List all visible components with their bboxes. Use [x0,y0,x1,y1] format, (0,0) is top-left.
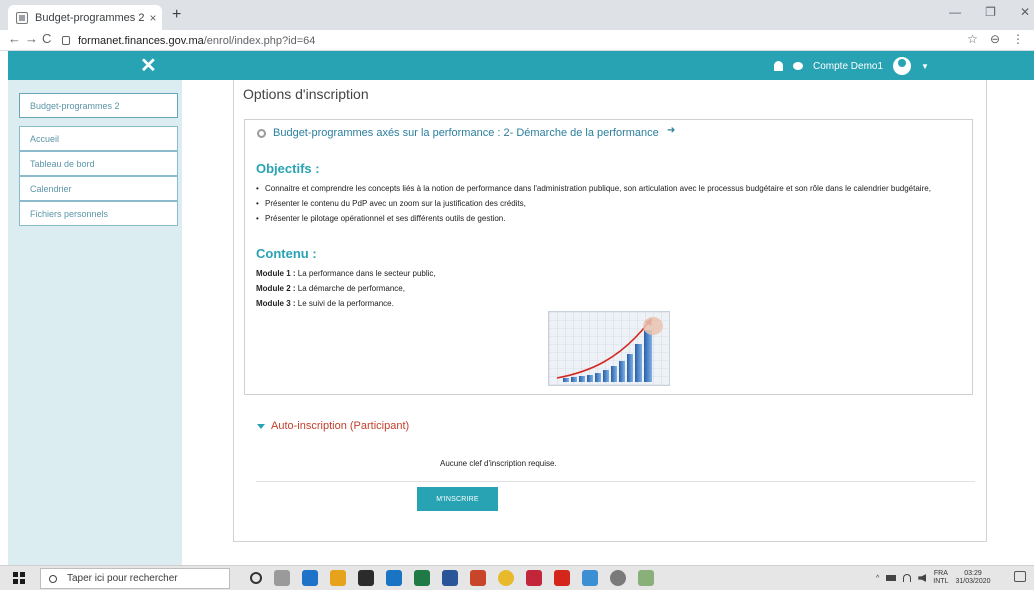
notification-bell-icon[interactable] [774,61,783,71]
account-icon[interactable]: ⊖ [990,32,1000,46]
drawer-item-calendrier[interactable]: Calendrier [19,176,178,201]
wifi-icon[interactable] [903,574,912,582]
browser-tab[interactable]: Budget-programmes 2 × [8,5,162,30]
drawer-item-tableau-de-bord[interactable]: Tableau de bord [19,151,178,176]
content-heading: Contenu : [256,246,317,261]
module-label: Module 2 : [256,284,296,293]
no-key-notice: Aucune clef d'inscription requise. [440,459,557,468]
module-text: Le suivi de la performance. [297,299,394,308]
new-tab-button[interactable]: + [172,6,181,24]
window-controls: — ❐ ✕ [949,5,1030,19]
module-row: Module 2 : La démarche de performance, [256,281,436,296]
lock-icon [62,36,70,45]
user-area: Compte Demo1 ▼ [774,57,929,75]
module-label: Module 3 : [256,299,296,308]
store-icon[interactable] [358,570,374,586]
list-item: Présenter le pilotage opérationnel et se… [256,213,966,224]
battery-icon[interactable] [886,575,897,581]
divider [256,481,975,482]
app-shield-icon[interactable] [526,570,542,586]
minimize-icon[interactable]: — [949,5,961,19]
growth-chart-illustration [549,312,669,385]
task-view-icon[interactable] [274,570,290,586]
restore-icon[interactable]: ❐ [985,5,996,19]
excel-icon[interactable] [414,570,430,586]
module-row: Module 1 : La performance dans le secteu… [256,266,436,281]
course-icon [257,128,266,138]
star-icon[interactable]: ☆ [967,32,978,46]
lang-top: FRA [933,570,948,577]
course-name: Budget-programmes axés sur la performanc… [273,127,659,139]
objectives-list: Connaitre et comprendre les concepts lié… [256,183,966,228]
course-link[interactable]: Budget-programmes axés sur la performanc… [257,127,659,139]
screen: Budget-programmes 2 × + — ❐ ✕ ← → C form… [0,0,1034,590]
page-title: Options d'inscription [243,86,369,102]
mail-icon[interactable] [386,570,402,586]
language-indicator[interactable]: FRA INTL [933,570,948,586]
paint-icon[interactable] [638,570,654,586]
tab-close-icon[interactable]: × [144,11,162,25]
edge-icon[interactable] [302,570,318,586]
chevron-down-icon[interactable]: ▼ [921,62,929,71]
browser-actions: ☆ ⊖ ⋮ [967,32,1024,46]
file-explorer-icon[interactable] [330,570,346,586]
growth-chart-image [548,311,670,386]
close-window-icon[interactable]: ✕ [1020,5,1030,19]
back-icon[interactable]: ← [8,31,21,46]
powerpoint-icon[interactable] [470,570,486,586]
taskbar-search-placeholder: Taper ici pour rechercher [67,573,178,584]
windows-start-icon[interactable] [13,572,25,584]
list-item: Connaitre et comprendre les concepts lié… [256,183,966,194]
module-row: Module 3 : Le suivi de la performance. [256,296,436,311]
modules-list: Module 1 : La performance dans le secteu… [256,266,436,311]
word-icon[interactable] [442,570,458,586]
address-bar: ← → C formanet.finances.gov.ma/enrol/ind… [0,30,1034,51]
drawer-item-accueil[interactable]: Accueil [19,126,178,151]
nav-drawer: Budget-programmes 2 Accueil Tableau de b… [8,80,182,565]
site-header: ✕ Compte Demo1 ▼ [8,51,1034,80]
volume-icon[interactable] [918,574,927,582]
clock[interactable]: 03:29 31/03/2020 [955,570,990,586]
photos-icon[interactable] [582,570,598,586]
url-path: /enrol/index.php?id=64 [203,34,316,47]
search-icon [49,574,57,583]
module-text: La démarche de performance, [297,284,405,293]
objectives-heading: Objectifs : [256,161,320,176]
self-enrolment-toggle[interactable]: Auto-inscription (Participant) [257,420,409,432]
message-icon[interactable] [793,62,803,70]
reload-icon[interactable]: C [42,31,51,46]
action-center-icon[interactable] [1014,571,1026,582]
module-text: La performance dans le secteur public, [297,269,436,278]
drawer-item-course[interactable]: Budget-programmes 2 [19,93,178,118]
user-name[interactable]: Compte Demo1 [813,61,883,72]
tab-title: Budget-programmes 2 [35,11,144,24]
os-taskbar: Taper ici pour rechercher ^ FRA INTL 03:… [0,565,1034,590]
self-enrolment-label: Auto-inscription (Participant) [271,420,410,432]
acrobat-icon[interactable] [554,570,570,586]
url-host: formanet.finances.gov.ma [78,34,204,47]
module-label: Module 1 : [256,269,296,278]
taskbar-search[interactable]: Taper ici pour rechercher [40,568,230,589]
clock-date: 31/03/2020 [955,578,991,585]
url-field[interactable]: formanet.finances.gov.ma/enrol/index.php… [62,32,315,49]
taskbar-apps [250,570,654,586]
caret-down-icon [257,423,265,429]
cortana-icon[interactable] [250,572,262,584]
clock-time: 03:29 [964,570,982,577]
chrome-icon[interactable] [498,570,514,586]
enrol-me-button[interactable]: M'INSCRIRE [417,487,498,511]
list-item: Présenter le contenu du PdP avec un zoom… [256,198,966,209]
drawer-item-fichiers-personnels[interactable]: Fichiers personnels [19,201,178,226]
avatar[interactable] [893,57,912,75]
menu-icon[interactable]: ⋮ [1012,32,1024,46]
tray-arrow-icon[interactable]: ^ [876,575,879,582]
favicon-icon [16,11,28,24]
enter-course-icon[interactable]: ➜ [667,125,675,136]
lang-bottom: INTL [933,578,949,585]
forward-icon[interactable]: → [25,31,38,46]
settings-gear-icon[interactable] [610,570,626,586]
browser-tab-bar: Budget-programmes 2 × + — ❐ ✕ [0,0,1034,30]
drawer-close-icon[interactable]: ✕ [140,53,157,78]
system-tray: ^ FRA INTL 03:29 31/03/2020 [876,570,991,586]
